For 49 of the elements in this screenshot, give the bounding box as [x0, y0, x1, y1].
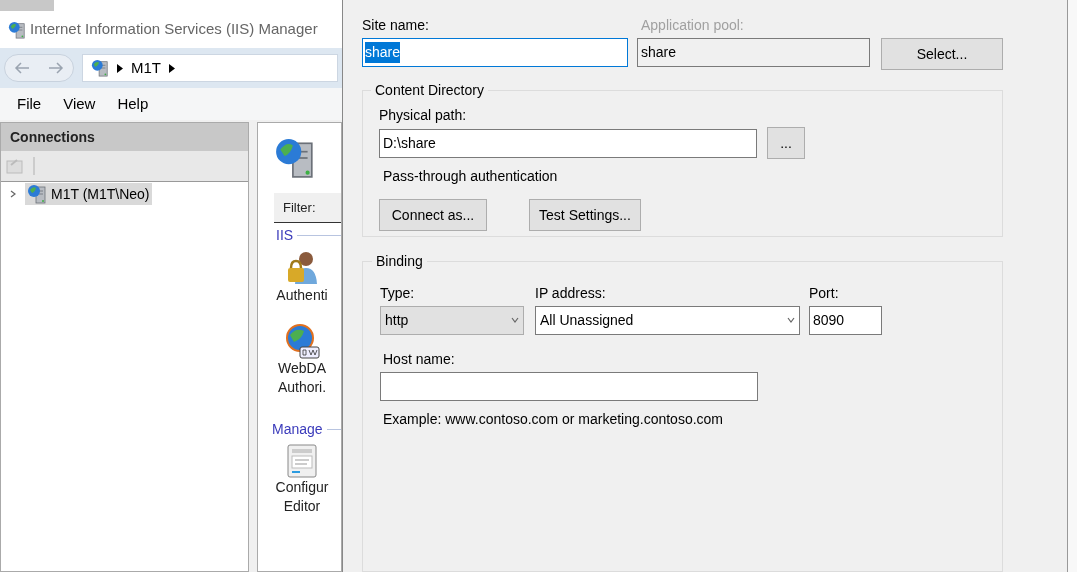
- dialog-button[interactable]: Connect as...: [379, 199, 487, 231]
- breadcrumb-arrow-icon: [117, 63, 123, 73]
- group-label: Manage: [272, 420, 323, 439]
- group-title: Content Directory: [374, 81, 485, 100]
- breadcrumb-item[interactable]: M1T: [131, 56, 161, 80]
- group-label: IIS: [276, 226, 294, 245]
- site-name-field[interactable]: share: [362, 38, 628, 67]
- filter-label: Filter:: [283, 198, 316, 217]
- field-label: Site name:: [362, 16, 430, 34]
- feature-item[interactable]: Authenti: [266, 250, 338, 305]
- group-title: Binding: [375, 251, 424, 271]
- port-field[interactable]: 8090: [809, 305, 882, 335]
- menu-item[interactable]: View: [63, 92, 96, 116]
- chevron-down-icon: [511, 316, 519, 325]
- feature-item[interactable]: Configur Editor: [266, 444, 338, 516]
- menu-item[interactable]: File: [17, 92, 42, 116]
- globe-dav-icon: [284, 323, 320, 359]
- field-label: Application pool:: [640, 16, 745, 34]
- field-label: Type:: [380, 283, 416, 302]
- field-label: Host name:: [382, 349, 456, 368]
- tree-item[interactable]: M1T (M1T\Neo): [25, 183, 152, 205]
- menu-item[interactable]: Help: [117, 92, 149, 116]
- server-globe-icon: [274, 137, 316, 179]
- server-globe-icon: [27, 184, 47, 204]
- ip-address-dropdown[interactable]: All Unassigned: [535, 305, 800, 335]
- feature-item[interactable]: WebDA Authori.: [266, 323, 338, 397]
- field-label: Port:: [809, 283, 840, 302]
- physical-path-field[interactable]: D:\share: [379, 128, 757, 158]
- field-label: Physical path:: [379, 106, 468, 124]
- authentication-text: Pass-through authentication: [382, 167, 559, 185]
- window-title: Internet Information Services (IIS) Manager: [30, 19, 318, 40]
- forward-arrow-icon: [48, 62, 64, 74]
- dialog-button[interactable]: Test Settings...: [529, 199, 641, 231]
- back-forward-buttons[interactable]: [4, 54, 74, 82]
- lock-user-icon: [285, 250, 319, 286]
- document-form-icon: [287, 444, 317, 478]
- server-globe-icon: [8, 20, 26, 39]
- address-bar[interactable]: M1T: [82, 54, 338, 82]
- back-arrow-icon: [14, 62, 30, 74]
- field-label: IP address:: [535, 283, 607, 302]
- hint-text: Example: www.contoso.com or marketing.contoso.com: [382, 409, 725, 428]
- browse-button[interactable]: ...: [767, 127, 805, 159]
- host-name-field[interactable]: [380, 371, 758, 401]
- type-dropdown[interactable]: http: [380, 305, 524, 335]
- breadcrumb-arrow-icon: [169, 63, 175, 73]
- panel-title: Connections: [10, 127, 95, 147]
- chevron-down-icon: [787, 316, 795, 325]
- connect-icon[interactable]: [5, 157, 25, 175]
- server-globe-icon: [91, 59, 109, 77]
